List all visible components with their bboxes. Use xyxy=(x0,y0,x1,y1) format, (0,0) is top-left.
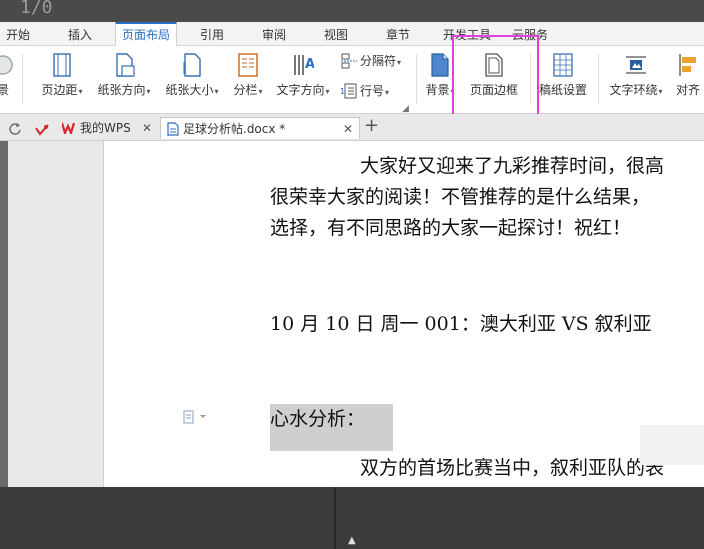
tab-section[interactable]: 章节 xyxy=(376,22,420,46)
dialog-launcher-icon[interactable]: ◢ xyxy=(402,104,409,114)
paragraph-marker-icon[interactable] xyxy=(183,409,207,428)
left-edge-panel xyxy=(0,141,8,487)
doc-tab-label: 足球分析帖.docx * xyxy=(183,122,286,136)
ribbon-partial-left-label: 景 xyxy=(0,83,9,97)
wps-logo-icon xyxy=(62,122,76,134)
ribbon-separator xyxy=(598,54,599,104)
chevron-down-icon: ▾ xyxy=(258,87,263,96)
wps-writer-window: 1/0 开始 插入 页面布局 引用 审阅 视图 章节 开发工具 云服务 景 页边… xyxy=(0,0,704,549)
text-direction-button[interactable]: A 文字方向▾ xyxy=(272,46,334,108)
ribbon-partial-left[interactable]: 景 xyxy=(0,46,14,108)
bottom-overlay-bar: ▲ xyxy=(0,487,704,549)
svg-text:1: 1 xyxy=(340,87,345,96)
tab-home[interactable]: 开始 xyxy=(0,22,36,46)
text-wrap-icon xyxy=(626,56,646,74)
chevron-down-icon: ▾ xyxy=(214,87,219,96)
title-glyph: 1/0 xyxy=(20,0,53,18)
tab-review[interactable]: 审阅 xyxy=(252,22,296,46)
tab-page-layout[interactable]: 页面布局 xyxy=(115,22,177,47)
doc-match-line: 10 月 10 日 周一 001：澳大利亚 VS 叙利亚 xyxy=(270,313,652,335)
background-icon xyxy=(431,53,449,77)
tab-insert[interactable]: 插入 xyxy=(58,22,102,46)
paper-orientation-icon xyxy=(116,53,135,77)
line-number-label: 行号 xyxy=(360,84,385,98)
text-direction-icon: A xyxy=(294,55,314,75)
pin-icon[interactable] xyxy=(34,121,50,140)
separator-label: 分隔符 xyxy=(360,54,397,68)
paper-orientation-label: 纸张方向 xyxy=(97,83,146,97)
columns-label: 分栏 xyxy=(233,83,258,97)
caret-up-icon: ▲ xyxy=(348,535,356,546)
text-direction-label: 文字方向 xyxy=(276,83,325,97)
svg-text:A: A xyxy=(305,57,314,72)
menu-tab-row: 开始 插入 页面布局 引用 审阅 视图 章节 开发工具 云服务 xyxy=(0,22,704,47)
doc-tab-active[interactable]: 足球分析帖.docx * ✕ xyxy=(160,117,360,139)
text-wrap-button[interactable]: 文字环绕▾ xyxy=(604,46,668,108)
chevron-down-icon: ▾ xyxy=(385,88,390,97)
close-icon[interactable]: ✕ xyxy=(142,117,152,139)
chevron-down-icon: ▾ xyxy=(78,87,83,96)
ribbon-separator xyxy=(416,54,417,104)
chevron-down-icon: ▾ xyxy=(325,87,330,96)
close-icon[interactable]: ✕ xyxy=(343,118,353,140)
doc-heading-selected: 心水分析： xyxy=(270,404,393,451)
text-wrap-label: 文字环绕 xyxy=(609,83,658,97)
document-icon xyxy=(167,122,179,136)
doc-paragraph-2-line-1: 双方的首场比赛当中，叙利亚队的表 xyxy=(360,457,665,479)
bottom-divider xyxy=(334,487,336,549)
tab-view[interactable]: 视图 xyxy=(314,22,358,46)
line-number-icon: 1 xyxy=(340,83,357,99)
ribbon-separator xyxy=(22,54,23,104)
paper-size-button[interactable]: 纸张大小▾ xyxy=(162,46,222,108)
manuscript-grid-icon xyxy=(553,53,573,77)
page-margin-button[interactable]: 页边距▾ xyxy=(36,46,88,108)
doc-tab-label: 我的WPS xyxy=(80,121,131,135)
document-tab-bar: 我的WPS ✕ 足球分析帖.docx * ✕ + xyxy=(0,114,704,141)
align-button[interactable]: 对齐 xyxy=(672,46,704,108)
doc-paragraph-1-line-2: 很荣幸大家的阅读！不管推荐的是什么结果， xyxy=(270,186,651,208)
doc-paragraph-1-line-3: 选择，有不同思路的大家一起探讨！祝红！ xyxy=(270,217,632,239)
page-margin-label: 页边距 xyxy=(41,83,78,97)
chevron-down-icon: ▾ xyxy=(397,58,402,67)
page-border-highlight-box xyxy=(452,35,539,117)
columns-button[interactable]: 分栏▾ xyxy=(228,46,268,108)
chevron-down-icon: ▾ xyxy=(658,87,663,96)
paper-size-icon xyxy=(183,53,201,77)
line-number-button[interactable]: 1 行号▾ xyxy=(340,82,389,100)
paper-size-label: 纸张大小 xyxy=(165,83,214,97)
page-margin-icon xyxy=(53,53,71,77)
circle-icon xyxy=(0,55,13,75)
paper-orientation-button[interactable]: 纸张方向▾ xyxy=(94,46,154,108)
manuscript-setting-button[interactable]: 稿纸设置 xyxy=(534,46,592,108)
align-icon xyxy=(679,54,696,76)
manuscript-setting-label: 稿纸设置 xyxy=(538,83,587,97)
doc-tab-my-wps[interactable]: 我的WPS ✕ xyxy=(58,117,158,139)
chevron-down-icon: ▾ xyxy=(146,87,151,96)
mouse-cursor-artifact xyxy=(640,425,704,465)
doc-paragraph-1-line-1: 大家好又迎来了九彩推荐时间，很高 xyxy=(360,155,665,177)
add-tab-button[interactable]: + xyxy=(364,115,379,136)
separator-button[interactable]: 分隔符▾ xyxy=(340,52,401,70)
page-break-icon xyxy=(341,53,357,69)
columns-icon xyxy=(238,53,258,77)
refresh-icon[interactable] xyxy=(8,120,22,139)
tab-references[interactable]: 引用 xyxy=(190,22,234,46)
background-label: 背景 xyxy=(425,83,450,97)
title-strip: 1/0 xyxy=(0,0,704,22)
ribbon-toolbar: 景 页边距▾ 纸张方向▾ 纸张大小▾ 分栏▾ A 文字方向▾ 分隔符▾ 1 行号▾ xyxy=(0,46,704,114)
align-label: 对齐 xyxy=(675,83,700,97)
